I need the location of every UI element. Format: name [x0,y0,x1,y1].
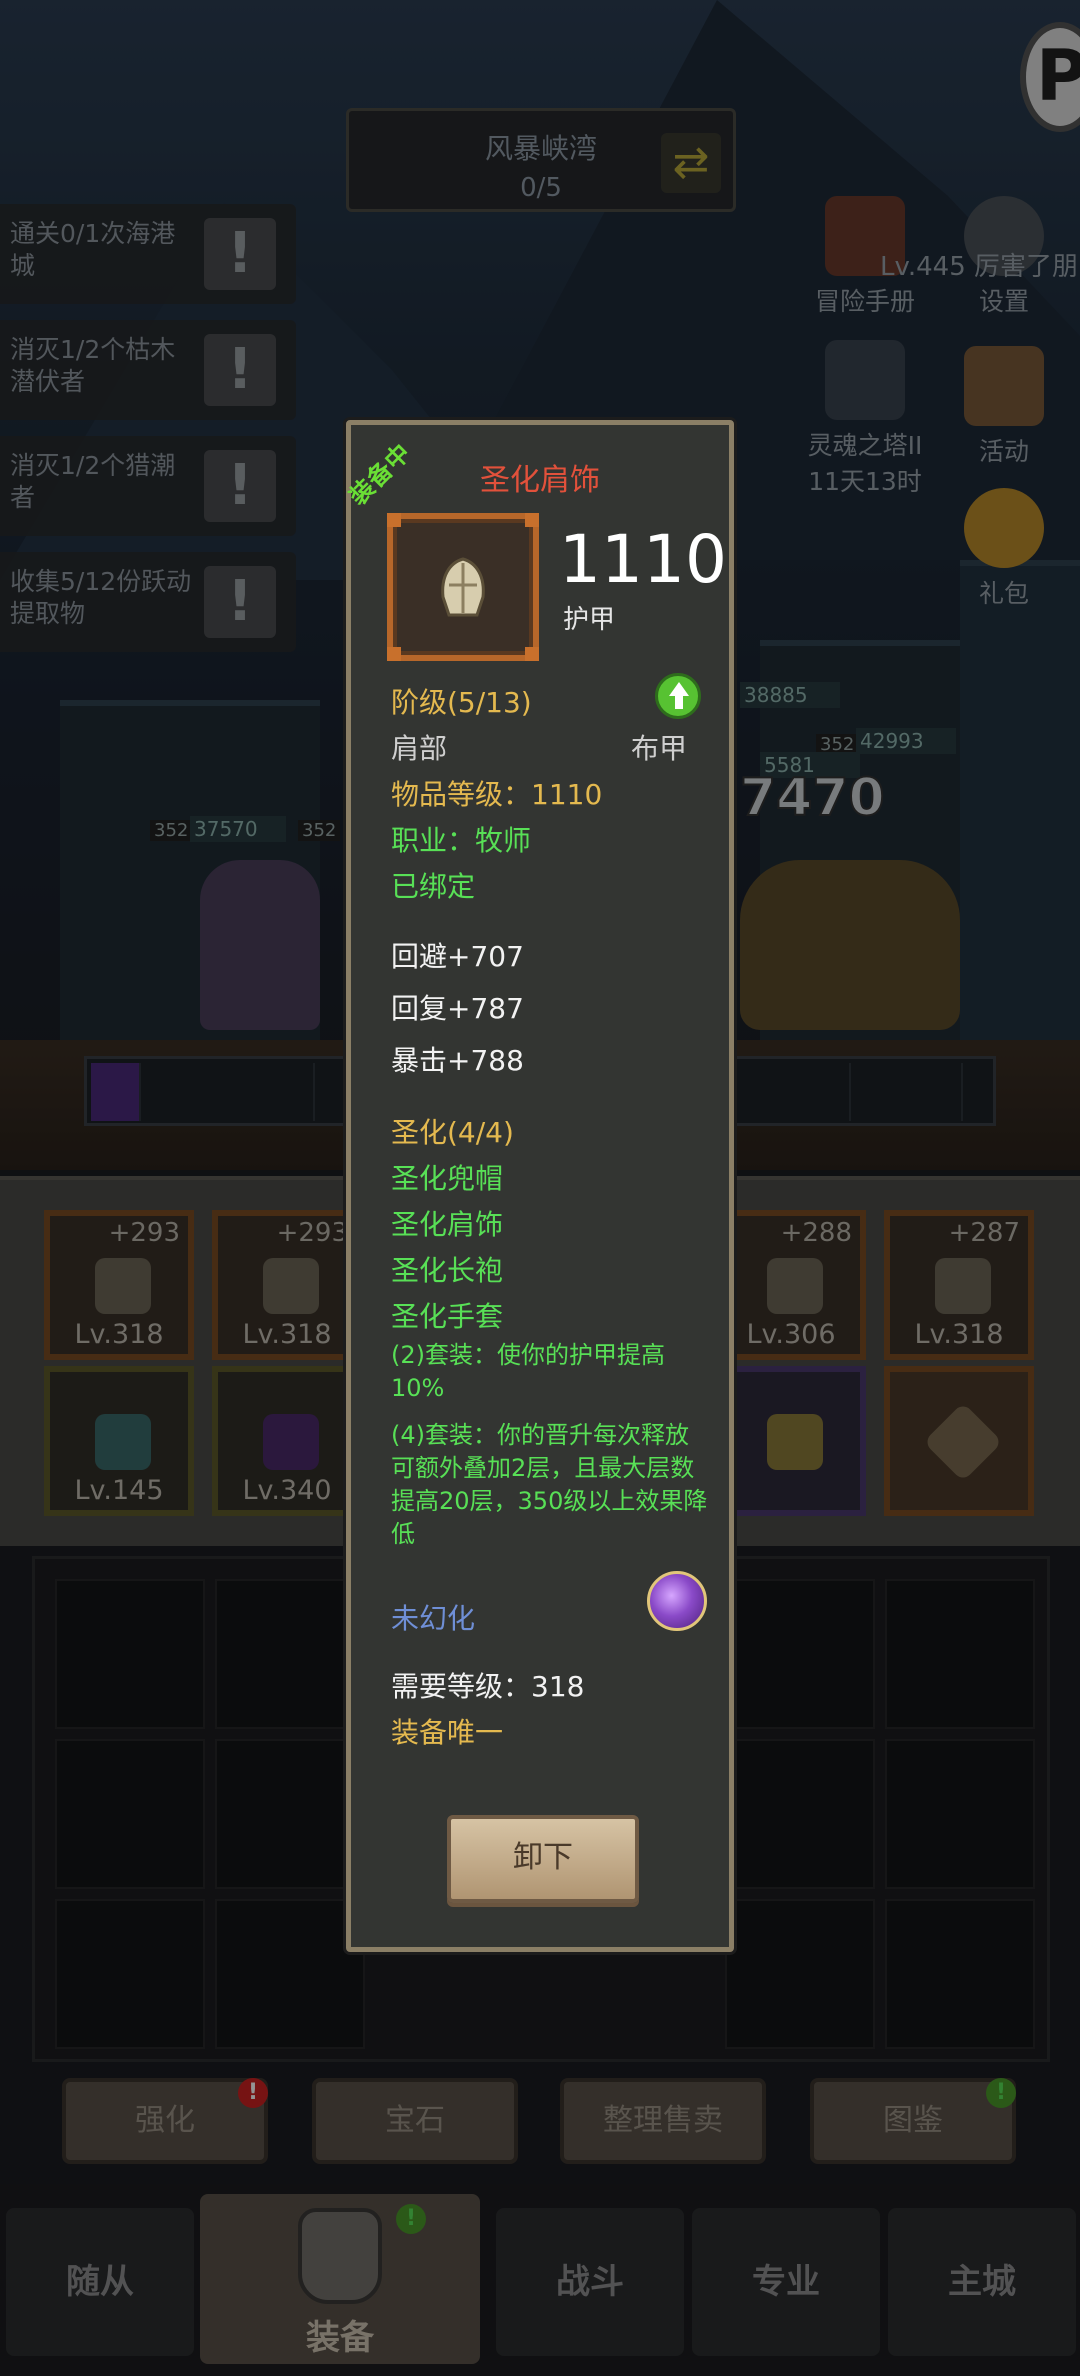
required-level: 需要等级：318 [391,1670,585,1703]
item-stat: 回避+707 [391,940,524,973]
item-score-type: 护甲 [563,605,616,635]
frame-corner [525,647,539,661]
item-bound: 已绑定 [391,870,476,903]
unequip-label: 卸下 [513,1840,573,1875]
shoulder-armor-icon [441,557,485,617]
set-bonus-4: (4)套装：你的晋升每次释放可额外叠加2层，且最大层数提高20层，350级以上效… [391,1421,708,1548]
item-tier: 阶级(5/13) [391,686,532,719]
item-stat: 回复+787 [391,992,524,1025]
item-class: 职业：牧师 [391,824,532,857]
set-item: 圣化长袍 [391,1254,504,1287]
item-slot: 肩部 [391,732,448,765]
upgrade-arrow-icon[interactable] [655,673,701,719]
unequip-button[interactable]: 卸下 [447,1815,639,1903]
item-tooltip: 装备中 圣化肩饰 1110 护甲 阶级(5/13) 肩部 布甲 物品等级：111… [344,420,734,1952]
set-item: 圣化手套 [391,1300,504,1333]
item-stat: 暴击+788 [391,1044,524,1077]
frame-corner [387,513,401,527]
transmog-status: 未幻化 [391,1602,476,1635]
item-armor-type: 布甲 [631,732,688,765]
item-icon-frame [387,513,539,661]
item-name: 圣化肩饰 [480,463,600,498]
frame-corner [387,647,401,661]
transmog-orb-icon[interactable] [647,1571,707,1631]
set-name: 圣化(4/4) [391,1116,514,1149]
item-level: 物品等级：1110 [391,778,603,811]
set-item: 圣化兜帽 [391,1162,504,1195]
set-bonus-2: (2)套装：使你的护甲提高10% [391,1341,665,1402]
unique-equipped: 装备唯一 [391,1716,504,1749]
set-item: 圣化肩饰 [391,1208,504,1241]
frame-corner [525,513,539,527]
item-score: 1110 [559,521,727,598]
